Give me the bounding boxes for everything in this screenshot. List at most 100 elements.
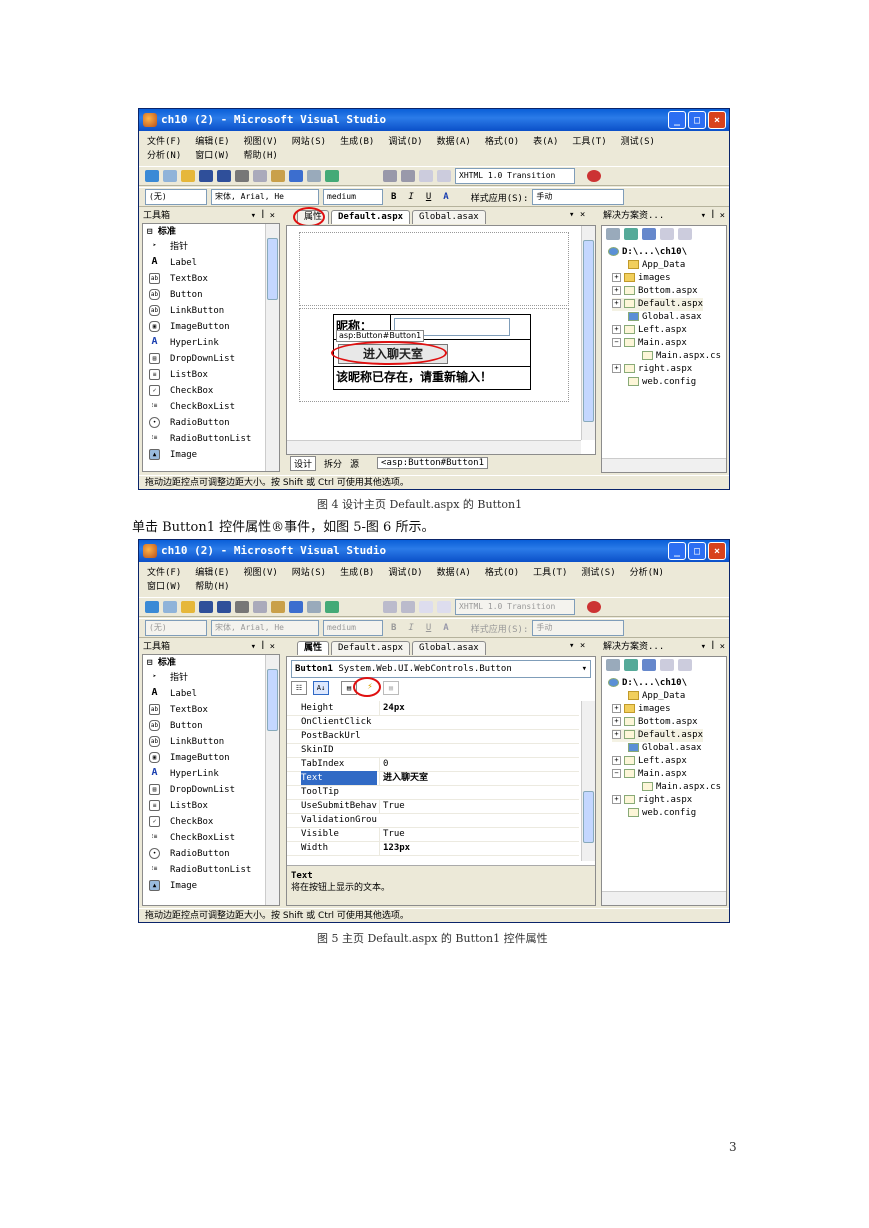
toolbox-item-checkboxlist[interactable]: ⁝≡ CheckBoxList — [149, 400, 235, 414]
pin-icon[interactable]: ▾ ꟾ × — [251, 640, 275, 654]
toolbox-item-dropdownlist[interactable]: ▤ DropDownList — [149, 783, 235, 797]
toolbox-item-button[interactable]: ab Button — [149, 288, 203, 302]
property-scrollbar[interactable] — [581, 701, 595, 861]
property-row-usesubmitbehavior[interactable]: UseSubmitBehav True — [287, 799, 579, 814]
toolbox-group[interactable]: ⊟ 标准 — [147, 656, 176, 670]
style-apply-combo[interactable]: 手动 — [532, 620, 625, 636]
menu-edit[interactable]: 编辑(E) — [195, 568, 229, 578]
add-item-icon[interactable] — [145, 601, 159, 613]
undo-icon[interactable] — [289, 170, 303, 182]
options-icon[interactable] — [587, 601, 601, 613]
outdent-icon[interactable] — [401, 170, 415, 182]
property-pages-icon[interactable]: ▦ — [383, 681, 399, 695]
paste-icon[interactable] — [271, 601, 285, 613]
view-designer-icon[interactable] — [678, 228, 692, 240]
solution-root[interactable]: D:\...\ch10\ — [608, 246, 687, 259]
doc-close-icon[interactable]: ▾ × — [569, 210, 585, 220]
menu-help[interactable]: 帮助(H) — [195, 582, 229, 592]
redo-icon[interactable] — [307, 601, 321, 613]
doctype-combo[interactable]: XHTML 1.0 Transition — [455, 168, 575, 184]
menu-view[interactable]: 视图(V) — [244, 568, 278, 578]
properties-icon[interactable] — [606, 659, 620, 671]
toolbox-item-dropdownlist[interactable]: ▤ DropDownList — [149, 352, 235, 366]
underline-button[interactable]: U — [422, 192, 435, 202]
open-icon[interactable] — [181, 601, 195, 613]
categorized-icon[interactable]: ☷ — [291, 681, 307, 695]
tree-item-right[interactable]: + right.aspx — [612, 794, 692, 807]
alphabetical-icon[interactable]: A↓ — [313, 681, 329, 695]
close-button[interactable]: × — [708, 542, 726, 560]
tree-item-main[interactable]: − Main.aspx — [612, 337, 687, 350]
toolbox-item-textbox[interactable]: ab TextBox — [149, 272, 208, 286]
copy-icon[interactable] — [253, 170, 267, 182]
menu-build[interactable]: 生成(B) — [340, 137, 374, 147]
property-row-height[interactable]: Height 24px — [287, 701, 579, 716]
maximize-button[interactable]: □ — [688, 542, 706, 560]
tree-item-app-data[interactable]: App_Data — [628, 259, 685, 272]
menu-website[interactable]: 网站(S) — [292, 137, 326, 147]
bold-button[interactable]: B — [387, 623, 400, 633]
menu-file[interactable]: 文件(F) — [147, 137, 181, 147]
italic-button[interactable]: I — [404, 192, 417, 202]
tree-item-bottom[interactable]: + Bottom.aspx — [612, 716, 698, 729]
tree-item-global[interactable]: Global.asax — [628, 311, 702, 324]
design-scrollbar[interactable] — [581, 226, 595, 440]
menu-tools[interactable]: 工具(T) — [572, 137, 606, 147]
toolbox-item-pointer[interactable]: ➤ 指针 — [149, 671, 188, 685]
menu-window[interactable]: 窗口(W) — [147, 582, 181, 592]
save-icon[interactable] — [199, 170, 213, 182]
solution-root[interactable]: D:\...\ch10\ — [608, 677, 687, 690]
maximize-button[interactable]: □ — [688, 111, 706, 129]
menu-format[interactable]: 格式(O) — [485, 568, 519, 578]
style-combo[interactable]: (无) — [145, 620, 207, 636]
open-icon[interactable] — [181, 170, 195, 182]
save-all-icon[interactable] — [217, 601, 231, 613]
font-color-icon[interactable]: A — [439, 623, 452, 633]
comment-icon[interactable] — [419, 601, 433, 613]
toolbox-item-imagebutton[interactable]: ▣ ImageButton — [149, 320, 230, 334]
tree-item-web-config[interactable]: web.config — [628, 807, 696, 820]
menu-analyze[interactable]: 分析(N) — [147, 151, 181, 161]
size-combo[interactable]: medium — [323, 189, 383, 205]
properties-icon[interactable] — [606, 228, 620, 240]
toolbox-item-radiobuttonlist[interactable]: ⁝≡ RadioButtonList — [149, 432, 252, 446]
tree-item-bottom[interactable]: + Bottom.aspx — [612, 285, 698, 298]
tree-item-left[interactable]: + Left.aspx — [612, 324, 687, 337]
menu-table[interactable]: 表(A) — [533, 137, 558, 147]
menu-format[interactable]: 格式(O) — [485, 137, 519, 147]
menu-website[interactable]: 网站(S) — [292, 568, 326, 578]
menu-test[interactable]: 测试(S) — [581, 568, 615, 578]
refresh-icon[interactable] — [624, 659, 638, 671]
tag-path[interactable]: <asp:Button#Button1 — [377, 457, 488, 469]
toolbox-item-image[interactable]: ▲ Image — [149, 879, 197, 893]
paste-icon[interactable] — [271, 170, 285, 182]
property-row-tooltip[interactable]: ToolTip — [287, 785, 579, 800]
property-row-visible[interactable]: Visible True — [287, 827, 579, 842]
menu-help[interactable]: 帮助(H) — [244, 151, 278, 161]
navigate-icon[interactable] — [325, 170, 339, 182]
view-code-icon[interactable] — [660, 659, 674, 671]
view-design[interactable]: 设计 — [290, 455, 317, 471]
toolbox-item-checkbox[interactable]: ✓ CheckBox — [149, 384, 213, 398]
property-row-postbackurl[interactable]: PostBackUrl — [287, 729, 579, 744]
toolbox-item-linkbutton[interactable]: ab LinkButton — [149, 304, 224, 318]
save-all-icon[interactable] — [217, 170, 231, 182]
nest-icon[interactable] — [642, 228, 656, 240]
menu-edit[interactable]: 编辑(E) — [195, 137, 229, 147]
toolbox-scrollbar[interactable] — [265, 224, 279, 471]
tab-default-aspx[interactable]: Default.aspx — [331, 210, 411, 224]
font-color-icon[interactable]: A — [439, 192, 452, 202]
tree-item-default[interactable]: + Default.aspx — [612, 298, 704, 311]
solution-hscrollbar[interactable] — [602, 458, 726, 472]
toolbox-item-listbox[interactable]: ≡ ListBox — [149, 799, 208, 813]
font-combo[interactable]: 宋体, Arial, He — [211, 620, 319, 636]
toolbox-item-radiobutton[interactable]: • RadioButton — [149, 847, 230, 861]
property-row-onclientclick[interactable]: OnClientClick — [287, 715, 579, 730]
tree-item-main-cs[interactable]: Main.aspx.cs — [642, 781, 721, 794]
nest-icon[interactable] — [642, 659, 656, 671]
font-combo[interactable]: 宋体, Arial, He — [211, 189, 319, 205]
toolbox-item-imagebutton[interactable]: ▣ ImageButton — [149, 751, 230, 765]
menu-data[interactable]: 数据(A) — [437, 137, 471, 147]
tree-item-main[interactable]: − Main.aspx — [612, 768, 687, 781]
menu-debug[interactable]: 调试(D) — [388, 137, 422, 147]
